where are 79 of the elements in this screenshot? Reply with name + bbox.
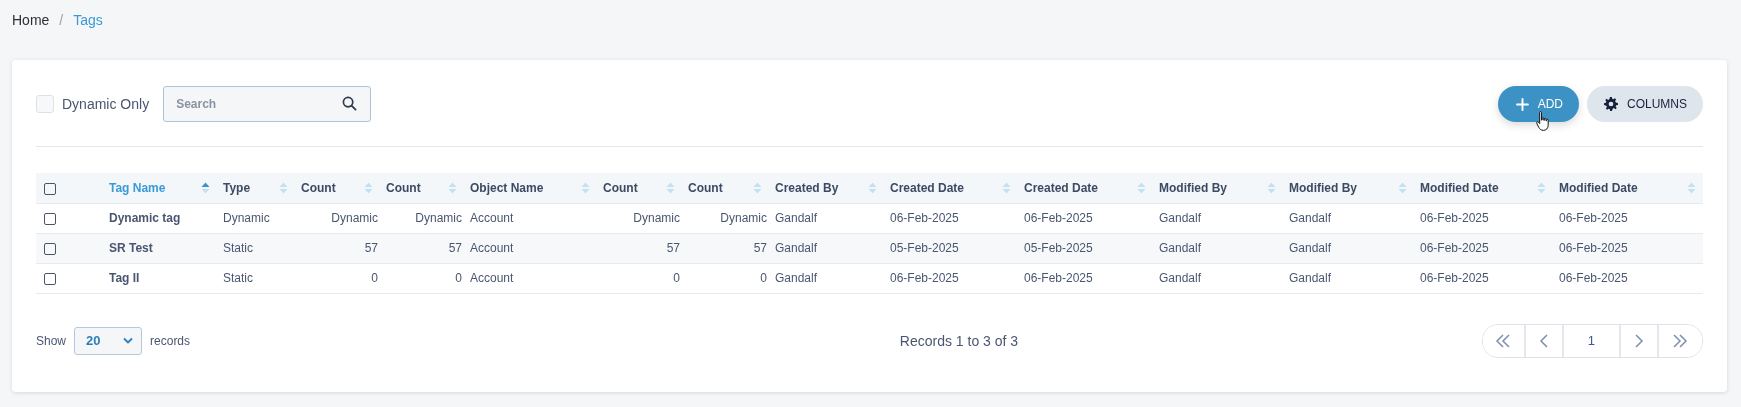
table-cell: Gandalf <box>775 241 818 255</box>
breadcrumb-separator: / <box>58 12 65 28</box>
column-header[interactable]: Count <box>682 173 769 203</box>
records-label: records <box>150 333 191 348</box>
table-cell: 05-Feb-2025 <box>890 241 959 255</box>
search-field[interactable]: Search <box>163 86 372 122</box>
column-header[interactable]: Modified By <box>1283 173 1414 203</box>
row-checkbox[interactable] <box>44 212 56 225</box>
table-cell: 06-Feb-2025 <box>1420 271 1489 285</box>
row-checkbox[interactable] <box>44 272 56 285</box>
table-cell: SR Test <box>109 241 153 255</box>
records-summary: Records 1 to 3 of 3 <box>899 332 1019 349</box>
chevron-right-icon <box>1634 333 1644 348</box>
table-cell: Gandalf <box>1289 241 1332 255</box>
column-header[interactable]: Modified Date <box>1414 173 1553 203</box>
table-cell: Static <box>223 241 253 255</box>
table-cell: Gandalf <box>775 271 818 285</box>
select-all-checkbox[interactable] <box>44 182 56 195</box>
table-cell: 06-Feb-2025 <box>1420 211 1489 225</box>
table-cell: Static <box>223 271 253 285</box>
table-cell: 06-Feb-2025 <box>1420 241 1489 255</box>
page-size-select[interactable]: 20 <box>74 326 143 355</box>
table-cell: 06-Feb-2025 <box>890 271 959 285</box>
column-header[interactable]: Count <box>380 173 464 203</box>
table-cell: 06-Feb-2025 <box>1559 241 1628 255</box>
table-cell: 57 <box>448 241 462 255</box>
table-cell: 57 <box>753 241 767 255</box>
chevron-down-icon <box>123 337 134 344</box>
show-label: Show <box>36 333 67 348</box>
table-cell: Gandalf <box>775 211 818 225</box>
columns-button[interactable]: COLUMNS <box>1587 86 1703 122</box>
table-cell: Gandalf <box>1159 241 1202 255</box>
column-header[interactable]: Created By <box>769 173 884 203</box>
breadcrumb-link[interactable]: Home <box>12 12 50 28</box>
column-header[interactable]: Type <box>217 173 295 203</box>
table-cell: Gandalf <box>1289 271 1332 285</box>
table-cell: 0 <box>371 271 378 285</box>
table-cell: Dynamic <box>720 211 767 225</box>
table-cell: 06-Feb-2025 <box>1559 211 1628 225</box>
table-cell: Account <box>470 241 514 255</box>
table-cell: Dynamic tag <box>109 211 181 225</box>
table-cell: Tag II <box>109 271 140 285</box>
table-cell: Dynamic <box>223 211 270 225</box>
column-header[interactable]: Modified By <box>1153 173 1283 203</box>
column-header[interactable]: Created Date <box>1018 173 1153 203</box>
table-cell: 57 <box>666 241 680 255</box>
table-cell: Gandalf <box>1289 211 1332 225</box>
table-cell: 06-Feb-2025 <box>1024 271 1093 285</box>
table-cell: 05-Feb-2025 <box>1024 241 1093 255</box>
gear-icon <box>1604 97 1618 111</box>
table-cell: 06-Feb-2025 <box>1024 211 1093 225</box>
table-cell: 06-Feb-2025 <box>1559 271 1628 285</box>
double-chevron-right-icon <box>1672 333 1689 348</box>
table-cell: 06-Feb-2025 <box>890 211 959 225</box>
search-icon <box>342 96 358 111</box>
table-cell: 0 <box>455 271 462 285</box>
table-cell: Account <box>470 271 514 285</box>
table-cell: 0 <box>760 271 767 285</box>
table-cell: Dynamic <box>415 211 462 225</box>
checkbox[interactable] <box>36 95 54 113</box>
column-header[interactable]: Count <box>597 173 682 203</box>
checkbox-label: Dynamic Only <box>62 96 150 112</box>
first-page-button[interactable] <box>1483 324 1526 357</box>
column-header[interactable]: Count <box>295 173 380 203</box>
column-header[interactable]: Modified Date <box>1553 173 1703 203</box>
table-cell: 57 <box>364 241 378 255</box>
table-cell: Dynamic <box>331 211 378 225</box>
table-cell: Account <box>470 211 514 225</box>
row-checkbox[interactable] <box>44 242 56 255</box>
pointer-cursor-icon <box>1534 110 1551 132</box>
column-header[interactable]: Created Date <box>884 173 1018 203</box>
double-chevron-left-icon <box>1495 333 1512 348</box>
table-cell: Gandalf <box>1159 271 1202 285</box>
plus-icon <box>1515 97 1529 111</box>
column-header[interactable]: Object Name <box>464 173 597 203</box>
table-cell: 0 <box>673 271 680 285</box>
table-cell: Gandalf <box>1159 211 1202 225</box>
chevron-left-icon <box>1539 333 1549 348</box>
table-cell: Dynamic <box>633 211 680 225</box>
